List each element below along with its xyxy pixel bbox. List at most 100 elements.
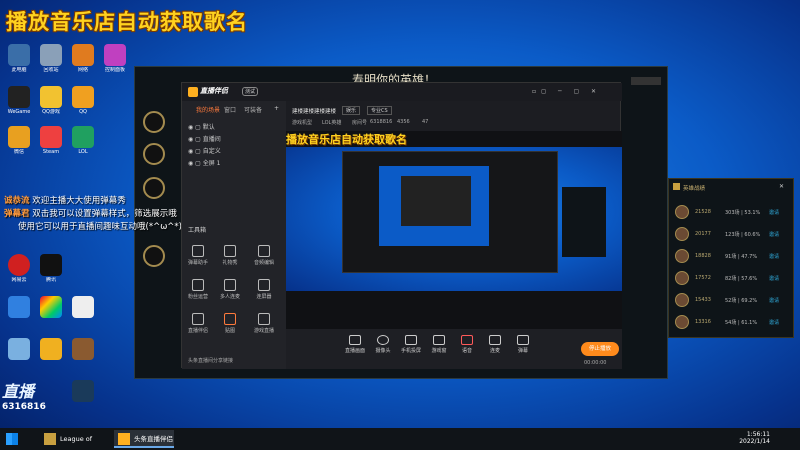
desktop-icon-pc[interactable]: 此电脑 [2, 44, 36, 73]
stat-hero: LOL英雄 [322, 120, 342, 126]
multi-icon [224, 279, 236, 291]
stat-room-id: 6318816 [370, 119, 393, 125]
desktop-icon-qq[interactable]: QQ [66, 86, 100, 115]
desktop-icon-qqgame[interactable]: QQ游戏 [34, 86, 68, 115]
preview-desktop [286, 147, 622, 291]
watermark-brand: 直播 [2, 382, 35, 401]
btn-camera[interactable]: 摄像头 [370, 335, 396, 354]
btn-danmu[interactable]: 弹幕 [510, 335, 536, 354]
desktop-icon-lol[interactable]: LOL [66, 126, 100, 155]
app-titlebar: 直播伴侣 测试 ▫◻ ─ ▢ ✕ [182, 83, 622, 101]
desktop-icon-tencent[interactable]: 腾讯 [34, 254, 68, 283]
desktop-icon-recycle[interactable]: 回收站 [34, 44, 68, 73]
scene-item[interactable]: ◉ ▢ 全屏 1 [188, 158, 220, 167]
tool-companion[interactable]: 直播伴侣 [186, 313, 210, 334]
room-category[interactable]: 专业CS [367, 106, 392, 115]
stream-preview[interactable]: 播放音乐店自动获取歌名 [286, 131, 622, 329]
tab-window[interactable]: 窗口 [224, 105, 236, 114]
tool-fans[interactable]: 粉丝运营 [186, 279, 210, 300]
desktop-icon-network[interactable]: 网络 [66, 44, 100, 73]
btn-phone[interactable]: 手机投屏 [398, 335, 424, 354]
desktop-icon-g[interactable] [66, 380, 100, 402]
close-icon[interactable]: ✕ [779, 183, 784, 190]
avatar [675, 205, 689, 219]
watermark-id: 6316816 [2, 402, 46, 412]
app-icon [8, 296, 30, 318]
stat-type: 游戏机型 [292, 120, 313, 126]
scene-item[interactable]: ◉ ▢ 默认 [188, 122, 215, 131]
avatar [675, 249, 689, 263]
desktop-icon-c[interactable] [66, 296, 100, 318]
btn-voice[interactable]: 语音 [454, 335, 480, 354]
desktop-icon-control[interactable]: 控制面板 [98, 44, 132, 73]
desktop-icon-d[interactable] [2, 338, 36, 360]
tool-screen[interactable]: 连屏器 [252, 279, 276, 300]
tool-multi[interactable]: 多人连麦 [218, 279, 242, 300]
tab-my-scene[interactable]: 我的场景 [196, 105, 220, 114]
rank-row: 18828 91场 | 47.7% 邀请 [673, 247, 791, 267]
companion-icon [192, 313, 204, 325]
tool-danmu[interactable]: 弹幕助手 [186, 245, 210, 266]
window-controls[interactable] [631, 77, 661, 85]
hero-rank-panel: 英雄战绩 ✕ 21528 303场 | 53.1% 邀请 20177 123场 | 6… [668, 178, 794, 338]
streaming-app-window[interactable]: 直播伴侣 测试 ▫◻ ─ ▢ ✕ 我的场景 窗口 可装备 + ◉ ▢ 默认 ◉ … [181, 82, 622, 369]
tool-audio[interactable]: 音频编辑 [252, 245, 276, 266]
pc-icon [8, 44, 30, 66]
taskbar-app-companion[interactable]: 头条直播伴侣 [114, 430, 174, 448]
lol-icon [72, 126, 94, 148]
danmu-icon [192, 245, 204, 257]
desktop-icon-steam[interactable]: Steam [34, 126, 68, 155]
desktop-icon-a[interactable] [2, 296, 36, 318]
ring-icon [143, 143, 165, 165]
chat-line: 诚恭流 欢迎主播大大使用弹幕秀 [4, 196, 126, 206]
gift-icon [224, 245, 236, 257]
game-window-icon [433, 335, 445, 345]
danmu-bar-icon [517, 335, 529, 345]
nested-app-window [342, 151, 558, 273]
desktop-icon-e[interactable] [34, 338, 68, 360]
nested-rank-panel [562, 187, 606, 257]
rank-row: 17572 82场 | 57.6% 邀请 [673, 269, 791, 289]
btn-scene[interactable]: 直播画面 [342, 335, 368, 354]
chat-line: 使用它可以用于直播间趣味互动哦(*^ω^*) [18, 222, 182, 232]
title-window-controls[interactable]: ▫◻ ─ ▢ ✕ [532, 88, 601, 95]
scene-item[interactable]: ◉ ▢ 直播间 [188, 134, 221, 143]
left-panel: 我的场景 窗口 可装备 + ◉ ▢ 默认 ◉ ▢ 直播间 ◉ ▢ 自定义 ◉ ▢… [182, 101, 286, 369]
viewers-count: 47 [422, 119, 429, 125]
clock[interactable]: 1:56:11 2022/1/14 [730, 431, 770, 445]
watermark: 直播 6316816 [2, 378, 68, 412]
add-icon[interactable]: + [274, 105, 279, 112]
desktop-icon-b[interactable] [34, 296, 68, 318]
avatar [675, 293, 689, 307]
network-icon [72, 44, 94, 66]
tool-game[interactable]: 游戏直播 [252, 313, 276, 334]
control-panel-icon [104, 44, 126, 66]
file-icon [72, 296, 94, 318]
app-icon [8, 338, 30, 360]
likes-count: 4356 [397, 119, 410, 125]
btn-link-mic[interactable]: 连麦 [482, 335, 508, 354]
link-mic-icon [489, 335, 501, 345]
start-icon[interactable] [6, 433, 18, 445]
app-name: 直播伴侣 [200, 87, 228, 95]
tool-gift[interactable]: 礼物秀 [218, 245, 242, 266]
avatar [675, 271, 689, 285]
ring-icon [143, 111, 165, 133]
sticker-icon [224, 313, 236, 325]
scene-item[interactable]: ◉ ▢ 自定义 [188, 146, 221, 155]
tab-equip[interactable]: 可装备 [244, 105, 262, 114]
taskbar-app-lol[interactable]: League of Legends [40, 430, 112, 448]
room-title[interactable]: 建楼建楼建楼建楼 [292, 107, 336, 115]
tool-sticker[interactable]: 贴图 [218, 313, 242, 334]
desktop-icon-f[interactable] [66, 338, 100, 360]
stop-stream-button[interactable]: 停止播放 [581, 342, 619, 356]
desktop-icon-wechat[interactable]: 微信 [2, 126, 36, 155]
desktop-icon-wegame[interactable]: WeGame [2, 86, 36, 115]
ring-icon [143, 245, 165, 267]
shield-icon [40, 338, 62, 360]
btn-game-window[interactable]: 游戏窗 [426, 335, 452, 354]
steam-icon [72, 380, 94, 402]
desktop-icon-netease[interactable]: 网易云 [2, 254, 36, 283]
room-tag[interactable]: 娱乐 [342, 106, 361, 115]
overlay-title: 播放音乐店自动获取歌名 [6, 10, 248, 34]
